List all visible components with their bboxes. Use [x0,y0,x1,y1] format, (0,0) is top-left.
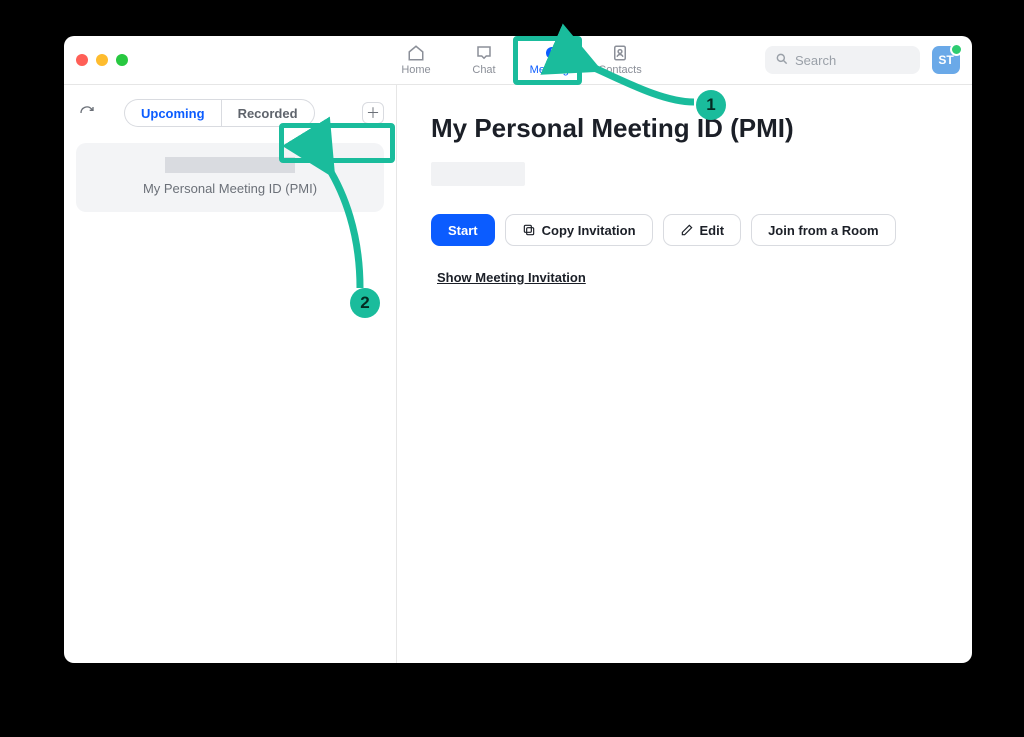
join-from-room-button[interactable]: Join from a Room [751,214,896,246]
segment-recorded[interactable]: Recorded [221,99,315,127]
top-nav-tabs: Home Chat Meetings Contacts [382,36,654,84]
actions-row: Start Copy Invitation Edit Join from a R… [431,214,938,246]
search-placeholder: Search [795,53,836,68]
pencil-icon [680,223,694,237]
tab-chat-label: Chat [472,64,495,76]
segment-recorded-label: Recorded [238,106,298,121]
app-window: Home Chat Meetings Contacts [64,36,972,663]
show-meeting-invitation-label: Show Meeting Invitation [437,270,586,285]
join-from-room-label: Join from a Room [768,223,879,238]
tab-home-label: Home [401,64,430,76]
tab-meetings[interactable]: Meetings [518,36,586,84]
window-controls [76,54,128,66]
tab-contacts-label: Contacts [598,64,641,76]
start-button-label: Start [448,223,478,238]
meeting-list-item[interactable]: My Personal Meeting ID (PMI) [76,143,384,212]
meeting-id-redacted [165,157,295,173]
maximize-window-button[interactable] [116,54,128,66]
contacts-icon [611,44,629,62]
show-meeting-invitation-link[interactable]: Show Meeting Invitation [437,270,938,285]
app-body: Upcoming Recorded ＋ My Personal Meeting … [64,85,972,663]
sidebar: Upcoming Recorded ＋ My Personal Meeting … [64,85,397,663]
edit-button[interactable]: Edit [663,214,742,246]
avatar[interactable]: ST [932,46,960,74]
refresh-button[interactable] [76,102,98,124]
edit-button-label: Edit [700,223,725,238]
tab-meetings-label: Meetings [530,64,575,76]
clock-icon [543,44,561,62]
meeting-item-label: My Personal Meeting ID (PMI) [143,181,317,196]
chat-icon [475,44,493,62]
minimize-window-button[interactable] [96,54,108,66]
segment-upcoming[interactable]: Upcoming [124,99,221,127]
plus-icon: ＋ [366,103,380,123]
sidebar-toolbar: Upcoming Recorded ＋ [76,99,384,127]
search-input[interactable]: Search [765,46,920,74]
segmented-control: Upcoming Recorded [124,99,315,127]
page-title: My Personal Meeting ID (PMI) [431,113,938,144]
copy-icon [522,223,536,237]
home-icon [407,44,425,62]
copy-invitation-button[interactable]: Copy Invitation [505,214,653,246]
tab-chat[interactable]: Chat [450,36,518,84]
search-icon [775,52,789,69]
title-bar-right: Search ST [765,46,960,74]
refresh-icon [79,105,95,121]
start-button[interactable]: Start [431,214,495,246]
title-bar: Home Chat Meetings Contacts [64,36,972,85]
copy-invitation-label: Copy Invitation [542,223,636,238]
main-panel: My Personal Meeting ID (PMI) Start Copy … [397,85,972,663]
tab-home[interactable]: Home [382,36,450,84]
tab-contacts[interactable]: Contacts [586,36,654,84]
avatar-initials: ST [938,53,953,67]
close-window-button[interactable] [76,54,88,66]
add-meeting-button[interactable]: ＋ [362,102,384,124]
meeting-id-redacted [431,162,525,186]
segment-upcoming-label: Upcoming [141,106,205,121]
